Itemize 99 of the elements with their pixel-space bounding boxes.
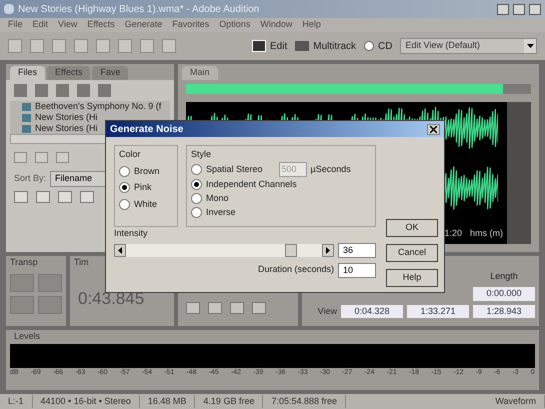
multitrack-view-button[interactable]: Multitrack [295, 38, 356, 54]
panel-tab[interactable]: Files [10, 66, 46, 80]
tool-icon[interactable] [8, 39, 22, 53]
left-arrow-icon [118, 246, 122, 254]
menu-item[interactable]: Edit [32, 18, 48, 32]
intensity-label: Intensity [114, 227, 148, 240]
dropdown-arrow-icon [526, 44, 534, 48]
view-label: View [318, 304, 337, 318]
tool-icon[interactable] [96, 39, 110, 53]
view-field[interactable]: 0:04.328 [341, 304, 403, 318]
dialog-button[interactable]: OK [386, 219, 438, 237]
workspace-dropdown[interactable]: Edit View (Default) [400, 38, 537, 54]
radio-button[interactable] [191, 179, 202, 190]
status-item: 44100 • 16-bit • Stereo [32, 394, 140, 408]
menu-item[interactable]: Favorites [172, 18, 210, 32]
radio-button[interactable] [191, 164, 202, 175]
tool-icon[interactable] [162, 39, 176, 53]
time-label: 1:20 [444, 226, 462, 240]
menu-item[interactable]: Generate [124, 18, 162, 32]
radio-button[interactable] [191, 193, 202, 204]
menu-item[interactable]: Window [260, 18, 292, 32]
right-arrow-icon [326, 246, 330, 254]
status-item: 16.48 MB [140, 394, 196, 408]
radio-button[interactable] [119, 182, 130, 194]
edit-view-button[interactable]: Edit [252, 38, 288, 54]
length-header: Length [489, 270, 519, 283]
units-label: µSeconds [310, 163, 351, 176]
time-units: hms (m) [470, 226, 503, 240]
zoom-icon[interactable] [208, 302, 222, 314]
panel-tab[interactable]: Levels [6, 330, 539, 344]
tool-icon[interactable] [52, 39, 66, 53]
panel-tab[interactable]: Effects [47, 66, 90, 80]
radio-label: Independent Channels [206, 178, 297, 191]
zoom-icon[interactable] [186, 302, 200, 314]
dialog-button[interactable]: Cancel [386, 244, 438, 262]
radio-label: Brown [134, 164, 160, 178]
status-item: 4.19 GB free [195, 394, 264, 408]
transport-button[interactable] [38, 274, 62, 292]
cd-view-button[interactable]: CD [364, 38, 392, 54]
radio-label: Pink [134, 181, 152, 194]
dialog-button[interactable]: Help [386, 269, 438, 287]
radio-button[interactable] [119, 198, 130, 210]
panel-tab[interactable]: Fave [92, 66, 128, 80]
duration-label: Duration (seconds) [258, 263, 334, 276]
status-item: 7:05:54.888 free [263, 394, 346, 408]
slider-thumb[interactable] [284, 244, 297, 256]
status-item: L:-1 [0, 394, 33, 408]
transport-button[interactable] [38, 296, 62, 314]
tool-icon[interactable] [74, 39, 88, 53]
radio-label: Inverse [206, 206, 236, 219]
length-field[interactable]: 0:00.000 [473, 287, 535, 300]
maximize-button[interactable] [513, 4, 525, 14]
edit-view-icon [252, 40, 266, 52]
close-button[interactable] [427, 124, 440, 134]
zoom-icon[interactable] [230, 302, 244, 314]
radio-label: White [134, 198, 158, 210]
sort-label: Sort By: [14, 172, 46, 185]
menu-item[interactable]: Effects [87, 18, 115, 32]
zoom-icon[interactable] [252, 302, 266, 314]
tool-icon[interactable] [118, 39, 132, 53]
time-display: 0:43.845 [77, 290, 146, 306]
transport-button[interactable] [10, 274, 34, 292]
menu-item[interactable]: Options [219, 18, 250, 32]
intensity-field[interactable]: 36 [338, 242, 376, 258]
window-title: New Stories (Highway Blues 1).wma* - Adobe Audition [18, 2, 260, 16]
radio-label: Mono [206, 192, 229, 205]
multitrack-icon [295, 41, 310, 51]
panel-tool-icon[interactable] [14, 152, 27, 163]
scroll-left-button[interactable] [114, 244, 126, 256]
tool-icon[interactable] [30, 39, 44, 53]
radio-label: Spatial Stereo [206, 163, 263, 176]
view-tool-icon[interactable] [14, 190, 28, 202]
menu-item[interactable]: View [58, 18, 78, 32]
status-item: Waveform [487, 394, 545, 408]
dialog-title: Generate Noise [110, 122, 184, 136]
close-icon [430, 126, 437, 132]
menu-item[interactable]: Help [302, 18, 321, 32]
file-list-item[interactable]: New Stories (Hi [22, 112, 170, 123]
transport-button[interactable] [10, 296, 34, 314]
radio-button[interactable] [119, 166, 130, 177]
panel-tab[interactable]: Transp [6, 256, 66, 270]
view-tool-icon[interactable] [80, 190, 94, 202]
file-list-item[interactable]: Beethoven's Symphony No. 9 (f [22, 101, 170, 112]
panel-tool-icon[interactable] [35, 152, 48, 163]
view-tool-icon[interactable] [36, 190, 50, 202]
group-label: Color [119, 148, 142, 161]
scroll-right-button[interactable] [322, 244, 334, 256]
view-field[interactable]: 1:33.271 [407, 304, 469, 318]
group-label: Style [191, 148, 212, 161]
view-field[interactable]: 1:28.943 [473, 304, 535, 318]
radio-button[interactable] [191, 207, 202, 218]
duration-field[interactable]: 10 [338, 262, 376, 278]
app-icon [4, 4, 14, 14]
minimize-button[interactable] [497, 4, 509, 14]
tool-icon[interactable] [140, 39, 154, 53]
menu-item[interactable]: File [8, 18, 23, 32]
panel-tool-icon[interactable] [56, 152, 69, 163]
view-tool-icon[interactable] [58, 190, 72, 202]
panel-tab[interactable]: Main [182, 66, 218, 80]
